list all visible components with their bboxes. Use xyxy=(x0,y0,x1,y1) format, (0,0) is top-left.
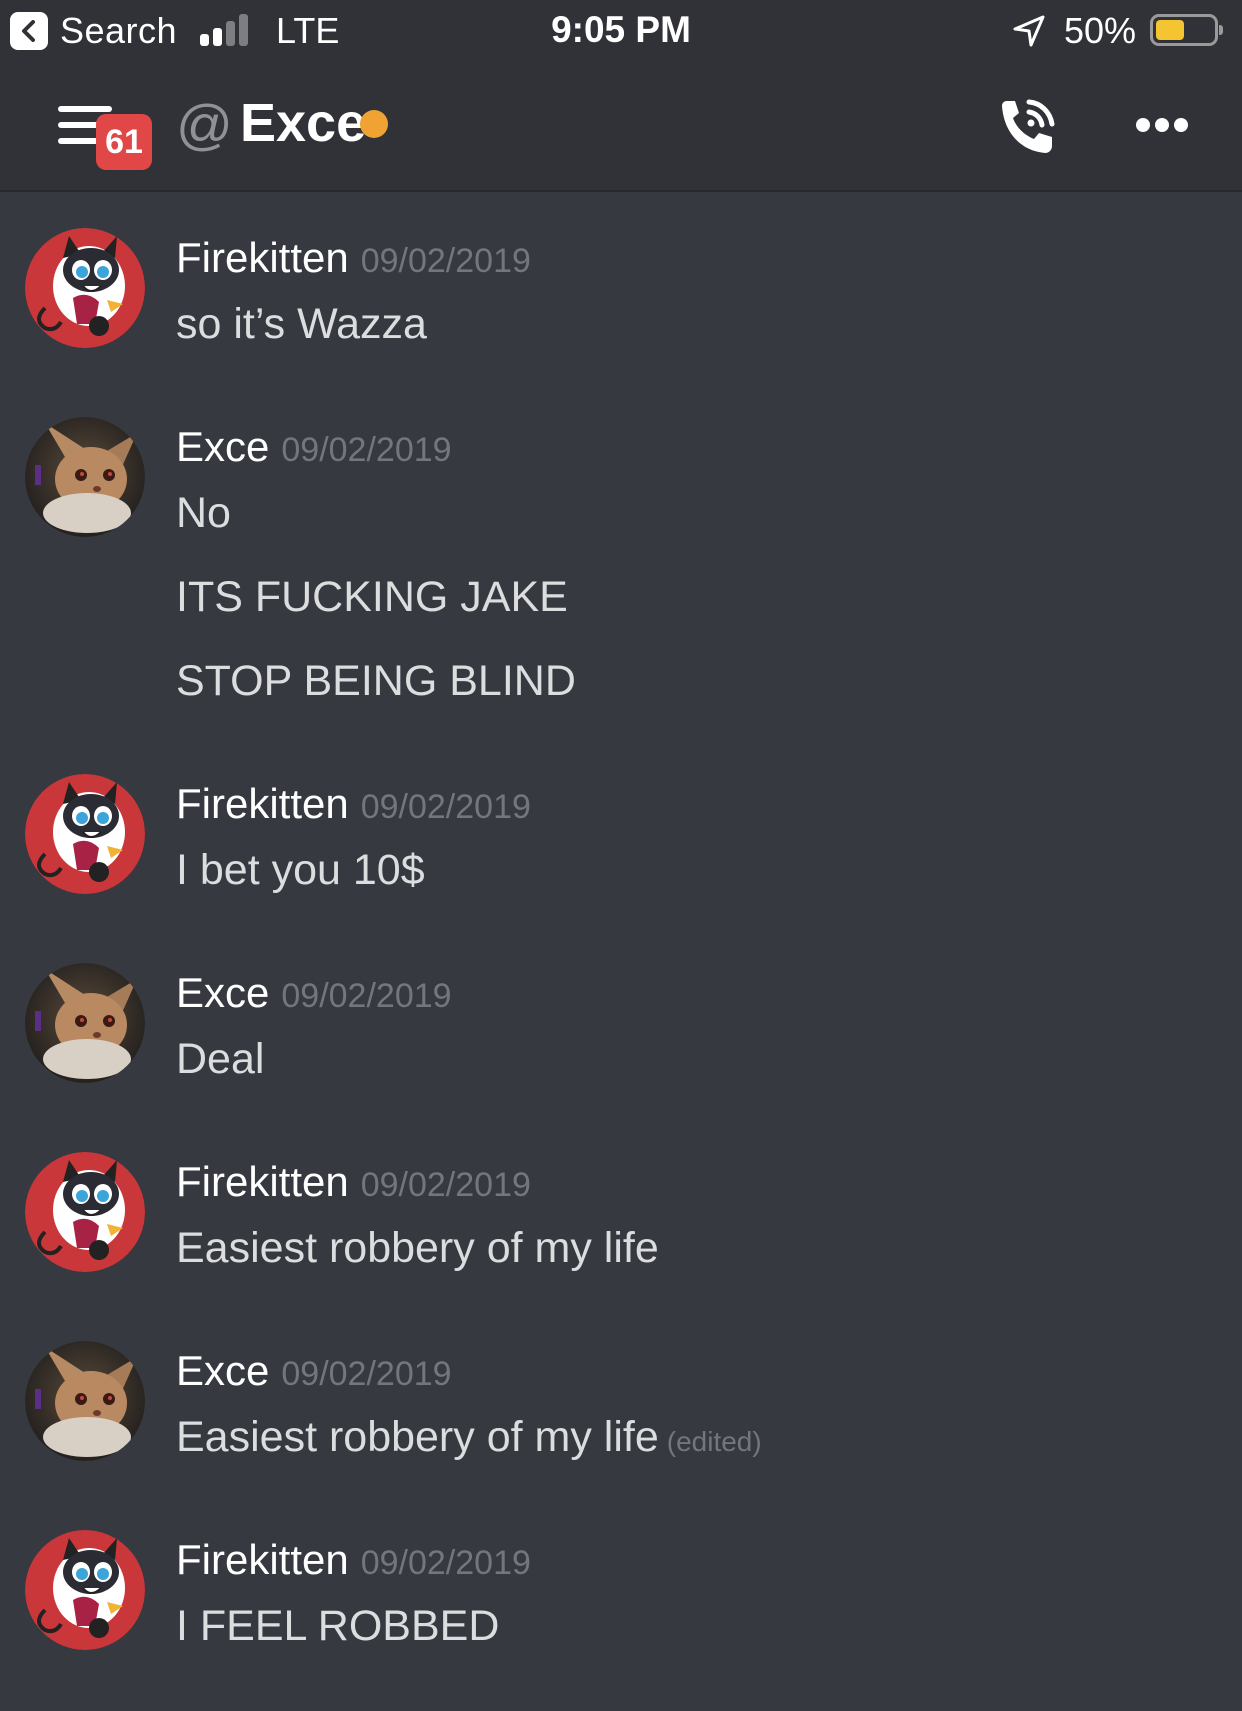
battery-percent: 50% xyxy=(1064,10,1137,51)
location-arrow-icon xyxy=(1013,15,1045,47)
message-text[interactable]: ITS FUCKING JAKE xyxy=(176,573,568,622)
author-name[interactable]: Exce xyxy=(176,423,269,470)
message-text[interactable]: Deal xyxy=(176,1035,264,1084)
firekitten-avatar[interactable] xyxy=(25,228,145,348)
message-text-content: Easiest robbery of my life xyxy=(176,1224,659,1272)
message-text[interactable]: Easiest robbery of my life (edited) xyxy=(176,1413,762,1462)
message-author[interactable]: Firekitten 09/02/2019 xyxy=(176,234,531,282)
message-text-content: I FEEL ROBBED xyxy=(176,1602,500,1650)
message-timestamp: 09/02/2019 xyxy=(281,431,452,469)
author-name[interactable]: Exce xyxy=(176,1347,269,1394)
edited-label: (edited) xyxy=(666,1426,762,1457)
firekitten-avatar[interactable] xyxy=(25,774,145,894)
battery-icon xyxy=(1150,14,1223,46)
message-text-content: I bet you 10$ xyxy=(176,846,425,894)
message-text[interactable]: Easiest robbery of my life xyxy=(176,1224,659,1273)
firekitten-avatar[interactable] xyxy=(25,1152,145,1272)
message-text-content: STOP BEING BLIND xyxy=(176,657,576,705)
message-text-content: so it’s Wazza xyxy=(176,300,427,348)
exce-avatar[interactable] xyxy=(25,963,145,1083)
firekitten-avatar[interactable] xyxy=(25,1530,145,1650)
message-timestamp: 09/02/2019 xyxy=(360,1544,531,1582)
message-text-content: Easiest robbery of my life xyxy=(176,1413,659,1461)
exce-avatar[interactable] xyxy=(25,417,145,537)
message-text-content: No xyxy=(176,489,231,537)
author-name[interactable]: Firekitten xyxy=(176,1158,349,1205)
more-options-icon[interactable] xyxy=(1136,118,1188,132)
author-name[interactable]: Firekitten xyxy=(176,1536,349,1583)
message-author[interactable]: Exce 09/02/2019 xyxy=(176,423,452,471)
message-text-content: Deal xyxy=(176,1035,265,1083)
message-text[interactable]: I bet you 10$ xyxy=(176,846,425,895)
author-name[interactable]: Firekitten xyxy=(176,234,349,281)
message-author[interactable]: Firekitten 09/02/2019 xyxy=(176,780,531,828)
message-author[interactable]: Firekitten 09/02/2019 xyxy=(176,1158,531,1206)
status-bar: Search LTE 9:05 PM 50% xyxy=(0,0,1242,62)
message-timestamp: 09/02/2019 xyxy=(281,977,452,1015)
message-author[interactable]: Firekitten 09/02/2019 xyxy=(176,1536,531,1584)
message-text-content: ITS FUCKING JAKE xyxy=(176,573,568,621)
voice-call-icon[interactable] xyxy=(996,96,1058,158)
message-timestamp: 09/02/2019 xyxy=(360,1166,531,1204)
unread-badge[interactable]: 61 xyxy=(96,114,152,170)
author-name[interactable]: Firekitten xyxy=(176,780,349,827)
at-icon: @ xyxy=(176,93,233,156)
message-author[interactable]: Exce 09/02/2019 xyxy=(176,969,452,1017)
status-time: 9:05 PM xyxy=(551,9,691,50)
idle-status-dot xyxy=(360,110,388,138)
message-timestamp: 09/02/2019 xyxy=(281,1355,452,1393)
channel-title[interactable]: Exce xyxy=(240,92,366,154)
message-author[interactable]: Exce 09/02/2019 xyxy=(176,1347,452,1395)
exce-avatar[interactable] xyxy=(25,1341,145,1461)
dm-header: 61 @ Exce xyxy=(0,62,1242,192)
message-text[interactable]: I FEEL ROBBED xyxy=(176,1602,499,1651)
message-text[interactable]: No xyxy=(176,489,231,538)
author-name[interactable]: Exce xyxy=(176,969,269,1016)
message-timestamp: 09/02/2019 xyxy=(360,788,531,826)
message-text[interactable]: STOP BEING BLIND xyxy=(176,657,576,706)
message-text[interactable]: so it’s Wazza xyxy=(176,300,427,349)
message-timestamp: 09/02/2019 xyxy=(360,242,531,280)
